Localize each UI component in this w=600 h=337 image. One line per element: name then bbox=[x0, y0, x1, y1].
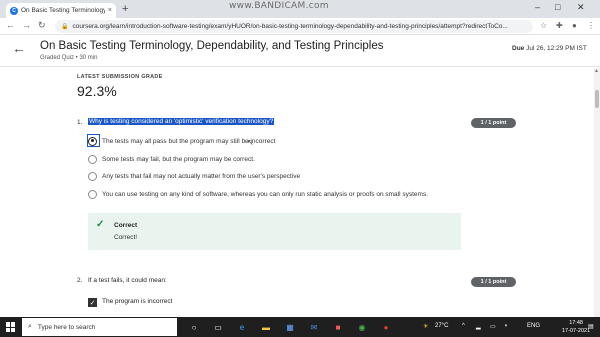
volume-icon[interactable]: ◖ bbox=[504, 323, 508, 329]
extensions-icon[interactable]: ✚ bbox=[556, 21, 563, 30]
feedback-title: Correct bbox=[114, 222, 138, 229]
grade-value: 92.3% bbox=[77, 83, 117, 99]
clock[interactable]: 17:48 17-07-2021 bbox=[562, 319, 590, 335]
question-number: 2. bbox=[77, 277, 83, 284]
date: 17-07-2021 bbox=[562, 328, 591, 334]
back-icon[interactable]: ← bbox=[12, 40, 26, 56]
back-arrow-icon[interactable]: ← bbox=[6, 20, 15, 30]
profile-icon[interactable]: ● bbox=[572, 21, 577, 30]
lock-icon: 🔒 bbox=[61, 24, 69, 30]
option-label: The program is incorrect bbox=[102, 298, 173, 305]
scrollbar-thumb[interactable] bbox=[595, 90, 599, 108]
cortana-icon[interactable]: ○ bbox=[188, 321, 200, 333]
course-header: ← On Basic Testing Terminology, Dependab… bbox=[0, 36, 600, 67]
store-icon[interactable]: ▦ bbox=[284, 321, 296, 333]
checkmark-icon: ✓ bbox=[96, 219, 105, 230]
address-bar[interactable]: 🔒 coursera.org/learn/introduction-softwa… bbox=[55, 20, 533, 33]
minimize-icon[interactable]: – bbox=[535, 2, 540, 12]
due-value: Jul 26, 12:29 PM IST bbox=[526, 45, 587, 52]
close-window-icon[interactable]: ✕ bbox=[577, 2, 585, 13]
battery-icon[interactable]: ▭ bbox=[490, 323, 496, 330]
mouse-cursor-icon: ↖ bbox=[247, 138, 254, 147]
option-label: Any tests that fail may not actually mat… bbox=[102, 172, 301, 180]
chevron-up-icon[interactable]: ^ bbox=[462, 323, 465, 329]
answer-option[interactable]: Any tests that fail may not actually mat… bbox=[88, 171, 300, 181]
weather-temp: 27°C bbox=[435, 323, 449, 329]
scrollbar[interactable] bbox=[594, 68, 600, 317]
option-label: You can use testing on any kind of softw… bbox=[102, 190, 429, 198]
maximize-icon[interactable]: □ bbox=[555, 2, 560, 12]
menu-icon[interactable]: ⋮ bbox=[587, 21, 595, 30]
weather-icon: ☀ bbox=[423, 324, 429, 330]
mail-icon[interactable]: ✉ bbox=[308, 321, 320, 333]
task-view-icon[interactable]: ▭ bbox=[212, 321, 224, 333]
answer-option[interactable]: You can use testing on any kind of softw… bbox=[88, 189, 428, 199]
coursera-favicon-icon: C bbox=[10, 6, 18, 15]
points-badge: 1 / 1 point bbox=[471, 277, 516, 287]
reload-icon[interactable]: ↻ bbox=[38, 20, 46, 31]
tab-close-icon[interactable]: × bbox=[108, 7, 112, 14]
edge-icon[interactable]: e bbox=[236, 321, 248, 333]
search-placeholder: Type here to search bbox=[37, 323, 96, 331]
page-title: On Basic Testing Terminology, Dependabil… bbox=[40, 40, 384, 52]
forward-arrow-icon[interactable]: → bbox=[22, 20, 31, 30]
radio[interactable] bbox=[88, 154, 97, 164]
taskbar-search[interactable]: ⌕ Type here to search bbox=[22, 318, 177, 336]
option-label: Some tests may fail, but the program may… bbox=[102, 155, 255, 163]
question-text: If a test fails, it could mean: bbox=[88, 277, 167, 284]
file-explorer-icon[interactable]: ▬ bbox=[260, 321, 272, 333]
network-icon[interactable]: ▂ bbox=[476, 323, 481, 330]
app-icon[interactable]: ■ bbox=[332, 321, 344, 333]
browser-tab[interactable]: C On Basic Testing Terminology, D × bbox=[6, 3, 116, 18]
windows-start-icon[interactable] bbox=[6, 322, 16, 332]
grade-label: LATEST SUBMISSION GRADE bbox=[77, 74, 163, 80]
browser-tab-strip: C On Basic Testing Terminology, D × + ww… bbox=[0, 0, 600, 18]
radio[interactable] bbox=[88, 171, 97, 181]
question-text: Why is testing considered an 'optimistic… bbox=[88, 118, 275, 125]
radio-selected[interactable] bbox=[88, 136, 97, 146]
search-icon: ⌕ bbox=[28, 323, 32, 330]
feedback-box: ✓ Correct Correct! bbox=[88, 213, 461, 250]
due-label: Due bbox=[512, 45, 525, 52]
feedback-body: Correct! bbox=[114, 234, 138, 241]
time: 17:48 bbox=[569, 320, 583, 326]
due-date: Due Jul 26, 12:29 PM IST bbox=[512, 45, 587, 52]
radio[interactable] bbox=[88, 189, 97, 199]
question-number: 1. bbox=[77, 119, 83, 126]
checkbox-checked[interactable]: ✓ bbox=[88, 298, 97, 307]
bandicam-icon[interactable]: ● bbox=[380, 321, 392, 333]
watermark: www.BANDICAM.com bbox=[229, 1, 329, 11]
browser-toolbar: ← → ↻ 🔒 coursera.org/learn/introduction-… bbox=[0, 18, 600, 35]
tab-title: On Basic Testing Terminology, D bbox=[21, 7, 105, 14]
new-tab-button[interactable]: + bbox=[122, 3, 128, 15]
points-badge: 1 / 1 point bbox=[471, 118, 516, 128]
language-indicator[interactable]: ENG bbox=[527, 323, 540, 329]
quiz-subtitle: Graded Quiz • 30 min bbox=[40, 55, 98, 61]
star-icon[interactable]: ☆ bbox=[540, 21, 547, 30]
scroll-up-icon[interactable]: ▲ bbox=[594, 68, 599, 74]
url-text: coursera.org/learn/introduction-software… bbox=[72, 23, 508, 30]
answer-option[interactable]: Some tests may fail, but the program may… bbox=[88, 154, 255, 164]
notification-icon[interactable]: ▤ bbox=[588, 323, 594, 330]
windows-taskbar: ⌕ Type here to search ○ ▭ e ▬ ▦ ✉ ■ ◉ ● … bbox=[0, 317, 600, 337]
chrome-icon[interactable]: ◉ bbox=[356, 321, 368, 333]
